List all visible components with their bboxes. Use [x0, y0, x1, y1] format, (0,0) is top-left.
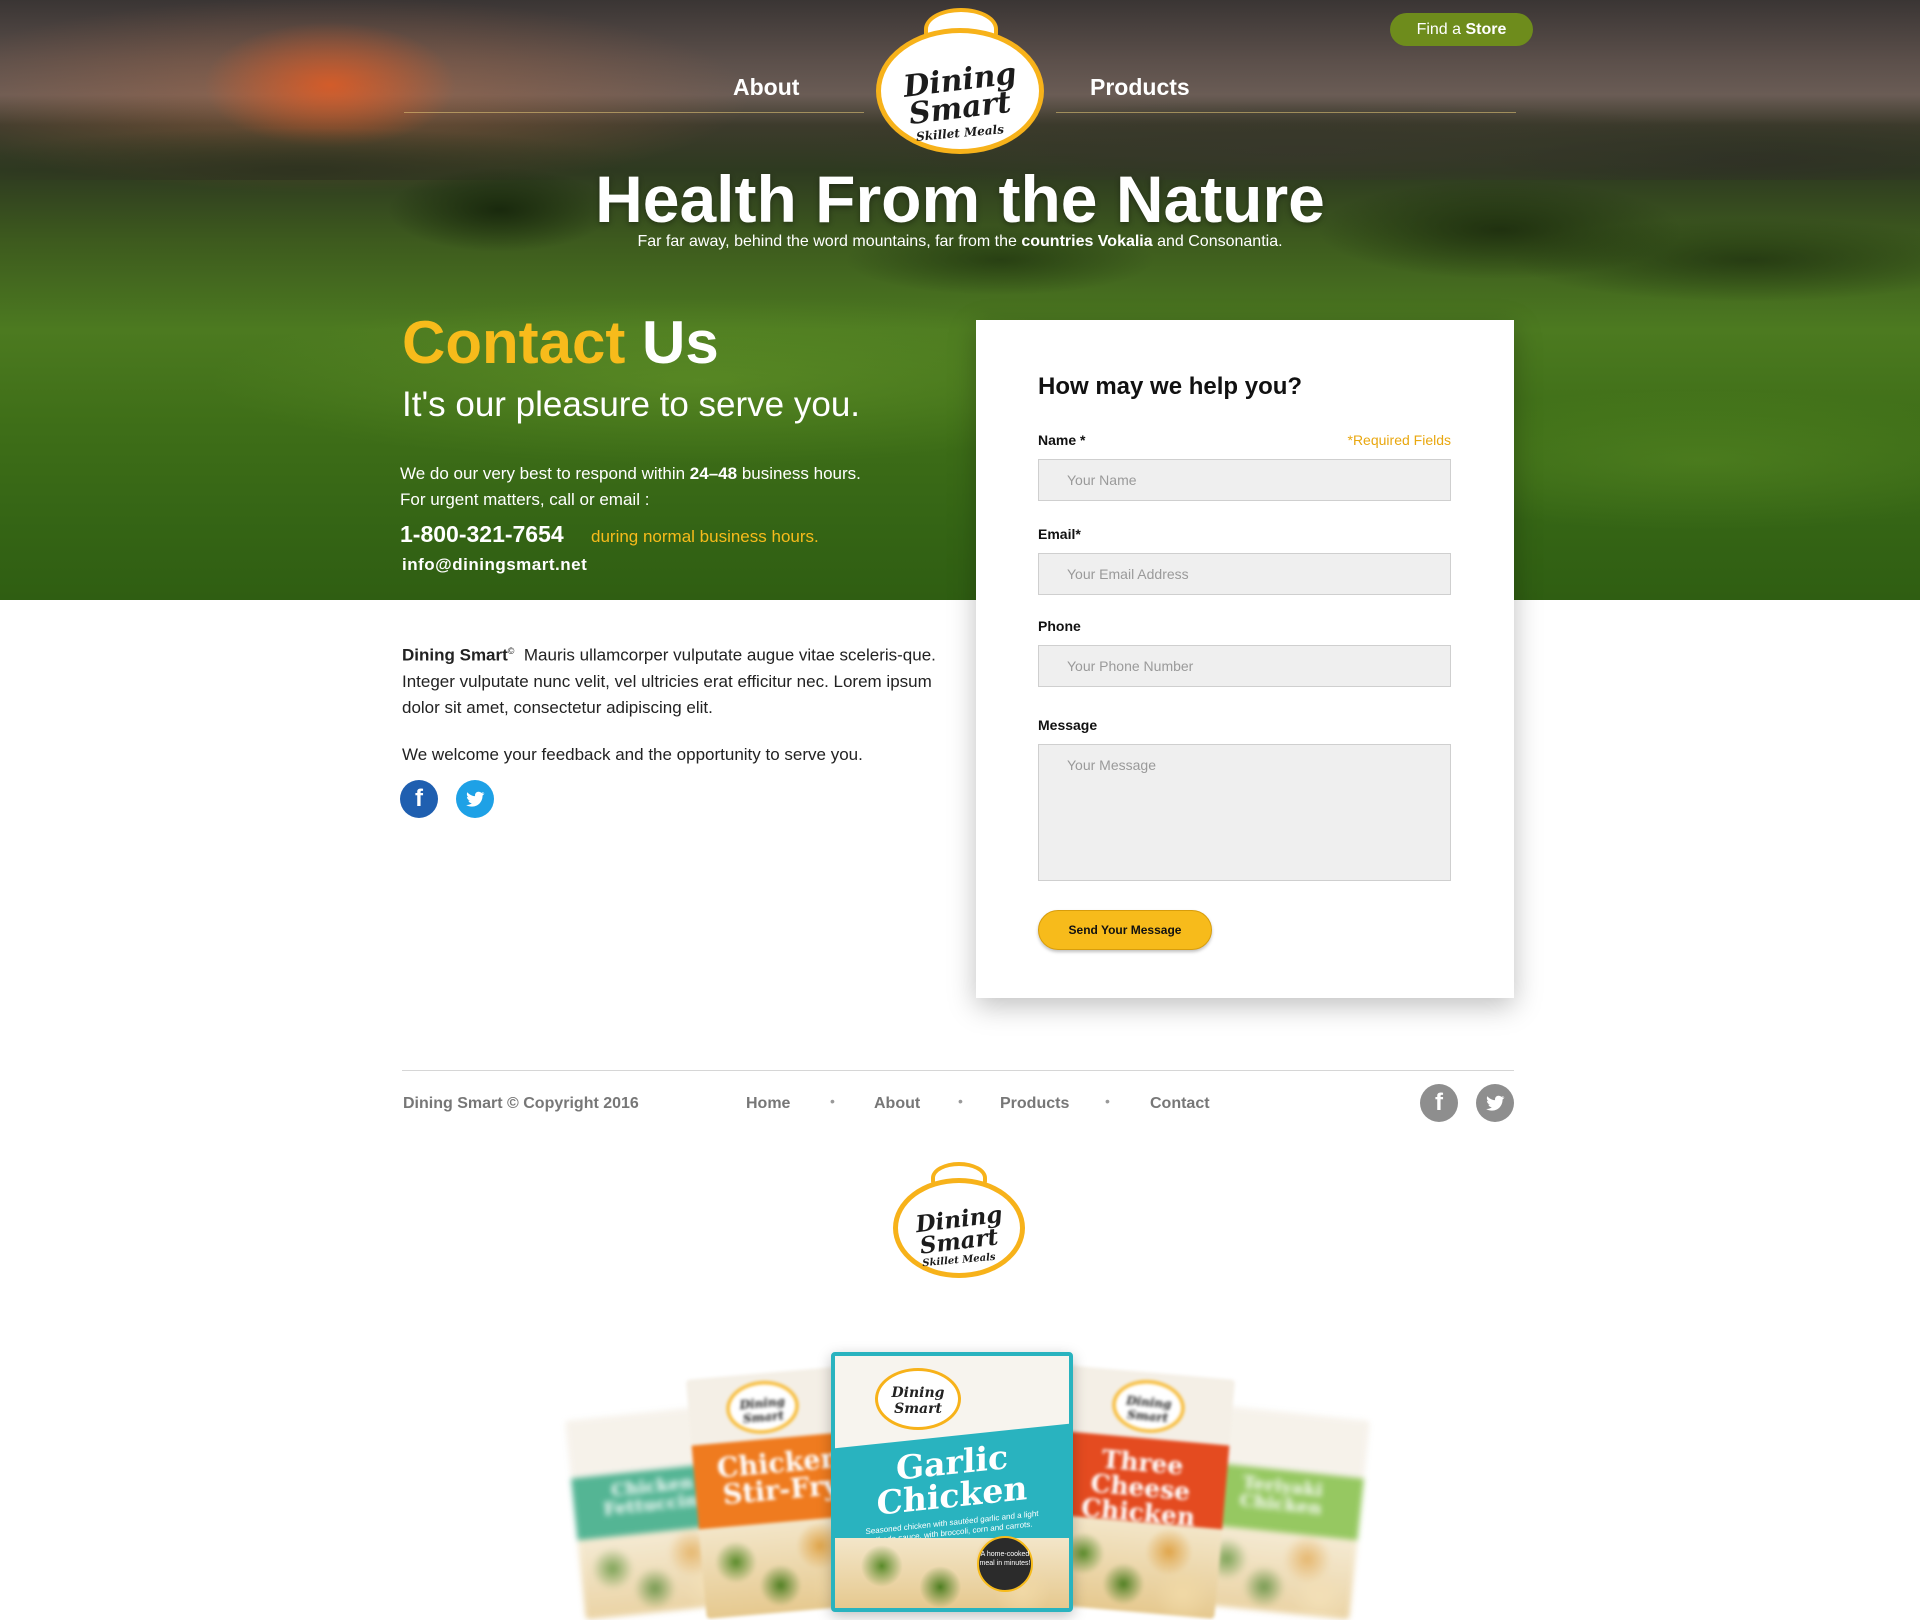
respond-hours: 24–48 [689, 464, 738, 483]
email-label: Email* [1038, 526, 1081, 542]
pack-logo-line2: Smart [742, 1408, 785, 1427]
phone-note: during normal business hours. [591, 527, 819, 546]
footer-facebook-icon[interactable]: f [1420, 1084, 1458, 1122]
contact-heading-yellow: Contact [402, 309, 626, 376]
home-cooked-badge: A home-cooked meal in minutes! [977, 1536, 1033, 1592]
green-field [0, 300, 1920, 600]
name-input[interactable] [1038, 459, 1451, 501]
nav-divider-left [404, 112, 864, 113]
respond-pre: We do our very best to respond within [400, 464, 686, 483]
phone-input[interactable] [1038, 645, 1451, 687]
email-link[interactable]: info@diningsmart.net [402, 555, 587, 575]
footer-logo[interactable]: Dining Smart Skillet Meals [893, 1162, 1025, 1278]
footer-nav-separator: • [958, 1093, 963, 1109]
contact-heading: Contact Us [402, 308, 719, 378]
about-brand: Dining Smart [402, 645, 508, 665]
footer-nav-separator: • [1105, 1093, 1110, 1109]
find-store-bold: Store [1465, 21, 1507, 38]
phone-label: Phone [1038, 618, 1081, 634]
response-time-text: We do our very best to respond within 24… [400, 464, 861, 484]
product-food-photo [835, 1538, 1069, 1608]
hero-subtitle-post: and Consonantia. [1157, 233, 1283, 250]
pack-logo-line2: Smart [894, 1401, 942, 1417]
feedback-text: We welcome your feedback and the opportu… [402, 745, 863, 764]
email-input[interactable] [1038, 553, 1451, 595]
nav-products-link[interactable]: Products [1090, 74, 1190, 101]
pack-logo-line2: Smart [1126, 1407, 1169, 1426]
send-message-button[interactable]: Send Your Message [1038, 910, 1212, 950]
footer-twitter-icon[interactable] [1476, 1084, 1514, 1122]
about-paragraph: Dining Smart© Mauris ullamcorper vulputa… [402, 638, 942, 721]
hero-subtitle: Far far away, behind the word mountains,… [0, 233, 1920, 251]
contact-heading-white: Us [642, 309, 719, 376]
product-pack-garlic-chicken[interactable]: Dining Smart Garlic Chicken Seasoned chi… [831, 1352, 1073, 1612]
required-fields-note: *Required Fields [1347, 432, 1452, 448]
pack-logo-line1: Dining [891, 1385, 945, 1401]
hero-subtitle-bold: countries Vokalia [1021, 233, 1153, 250]
find-a-store-button[interactable]: Find a Store [1390, 13, 1533, 46]
twitter-bird-glyph [466, 791, 485, 807]
hero-title: Health From the Nature [595, 162, 1325, 236]
phone-number-link[interactable]: 1-800-321-7654 [400, 521, 564, 548]
nav-divider-right [1056, 112, 1516, 113]
footer-divider [402, 1070, 1514, 1071]
form-title: How may we help you? [1038, 373, 1303, 400]
contact-tagline: It's our pleasure to serve you. [402, 385, 861, 424]
nav-about-link[interactable]: About [733, 74, 799, 101]
twitter-icon[interactable] [456, 780, 494, 818]
footer-nav-products[interactable]: Products [1000, 1095, 1069, 1113]
footer-nav-about[interactable]: About [874, 1095, 920, 1113]
find-store-prefix: Find a [1416, 21, 1462, 38]
name-label: Name * [1038, 432, 1086, 448]
message-textarea[interactable] [1038, 744, 1451, 881]
hero-subtitle-pre: Far far away, behind the word mountains,… [637, 233, 1017, 250]
header-logo[interactable]: Dining Smart Skillet Meals [876, 8, 1044, 154]
footer-nav-home[interactable]: Home [746, 1095, 790, 1113]
message-label: Message [1038, 717, 1098, 733]
footer-nav-contact[interactable]: Contact [1150, 1095, 1210, 1113]
product-pack-three-cheese-chicken[interactable]: Dining Smart Three Cheese Chicken [1044, 1365, 1236, 1619]
footer-copyright: Dining Smart © Copyright 2016 [403, 1095, 639, 1112]
urgent-text: For urgent matters, call or email : [400, 490, 650, 509]
about-brand-mark: © [507, 646, 515, 656]
pack-logo: Dining Smart [1110, 1377, 1187, 1436]
footer-nav-separator: • [830, 1093, 835, 1109]
twitter-bird-glyph [1486, 1095, 1505, 1111]
pack-logo: Dining Smart [724, 1378, 801, 1437]
respond-post: business hours. [741, 464, 861, 483]
facebook-icon[interactable]: f [400, 780, 438, 818]
pack-logo: Dining Smart [875, 1368, 961, 1430]
